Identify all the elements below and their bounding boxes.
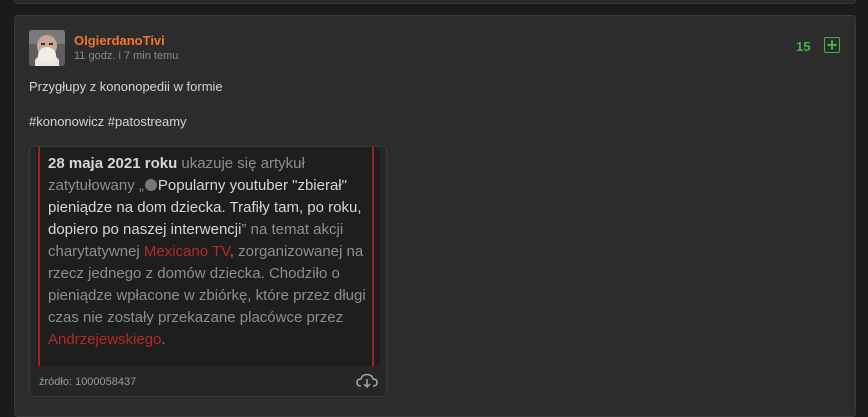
- tag-list: #kononowicz #patostreamy: [29, 114, 187, 129]
- red-border-left: [38, 147, 40, 366]
- cloud-download-icon: [356, 373, 378, 389]
- avatar-image: [29, 30, 65, 66]
- tag-link[interactable]: #patostreamy: [108, 114, 187, 129]
- embed-image[interactable]: 28 maja 2021 roku ukazuje się artykuł za…: [36, 147, 380, 366]
- embed-red-link: Andrzejewskiego: [48, 331, 162, 348]
- vote-count: 15: [796, 39, 811, 54]
- post-timestamp: 11 godz. i 7 min temu: [74, 50, 179, 62]
- upvote-button[interactable]: [824, 37, 840, 53]
- plus-icon: [827, 40, 837, 50]
- download-button[interactable]: [356, 373, 378, 389]
- embed-date: 28 maja 2021 roku: [48, 155, 178, 172]
- avatar[interactable]: [29, 30, 65, 66]
- embed-text-part: .: [161, 331, 166, 348]
- embed-red-link: Mexicano TV: [143, 243, 230, 260]
- embed-text-part: ,: [229, 243, 239, 260]
- previous-post-edge: [14, 0, 856, 4]
- embed-card: 28 maja 2021 roku ukazuje się artykuł za…: [29, 146, 387, 397]
- embed-image-text: 28 maja 2021 roku ukazuje się artykuł za…: [48, 153, 366, 351]
- red-border-right: [372, 147, 374, 366]
- tag-link[interactable]: #kononowicz: [29, 114, 104, 129]
- post-body: Przygłupy z kononopedii w formie: [29, 79, 223, 94]
- post-card: OlgierdanoTivi 11 godz. i 7 min temu 15 …: [14, 15, 856, 417]
- author-name[interactable]: OlgierdanoTivi: [74, 33, 165, 48]
- source-label: źródło: 1000058437: [39, 376, 137, 388]
- globe-icon: [144, 179, 157, 191]
